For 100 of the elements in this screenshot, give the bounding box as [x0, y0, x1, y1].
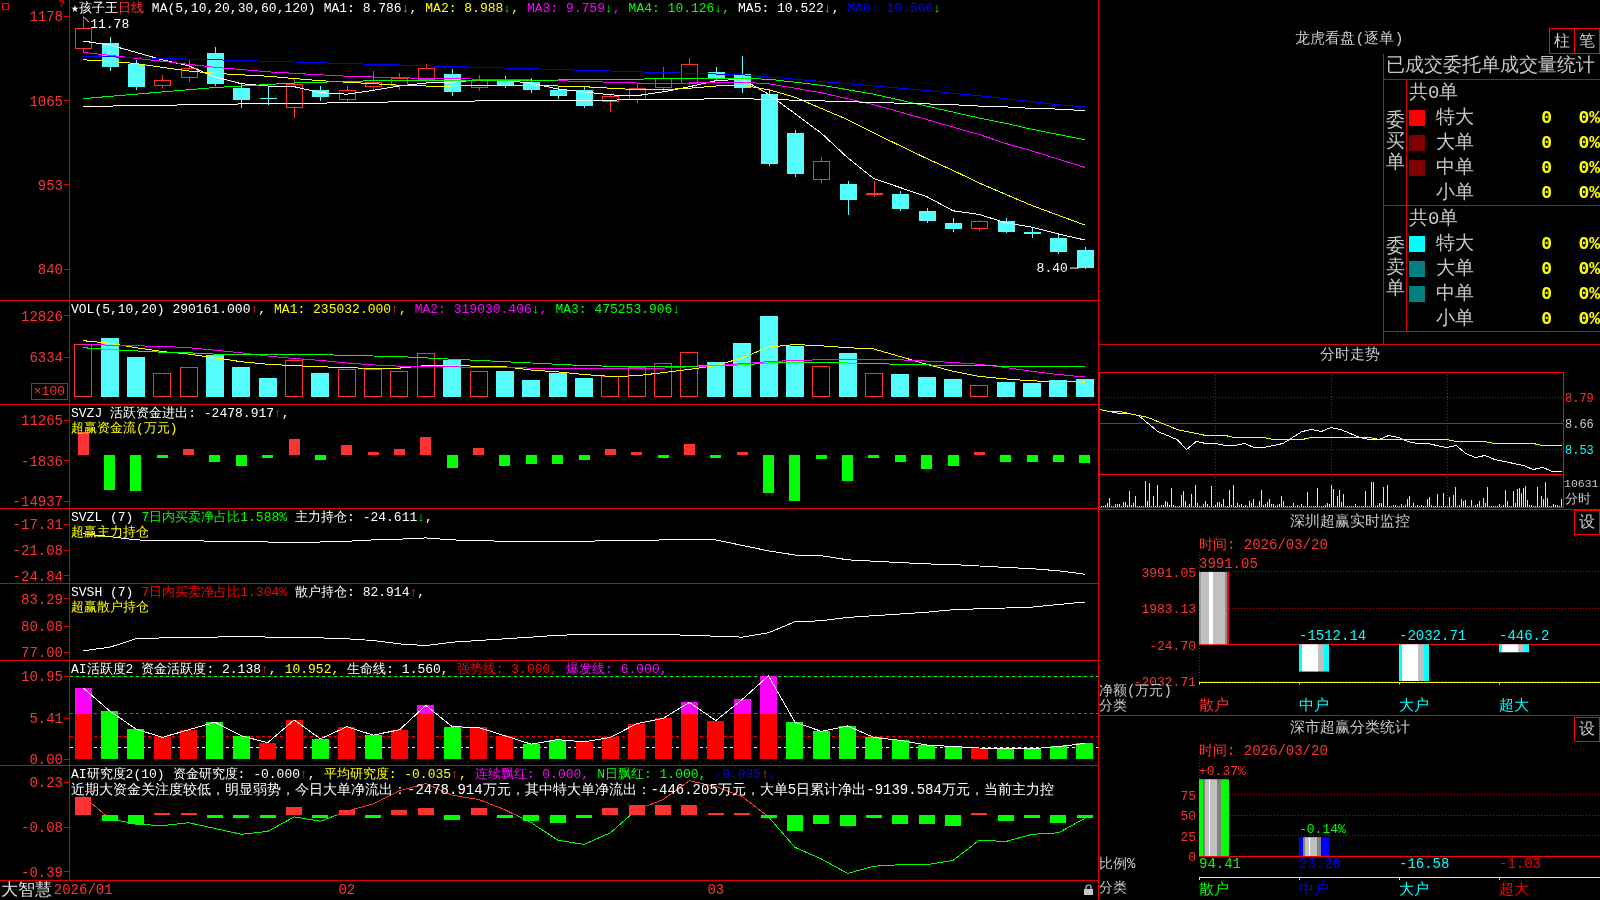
annotation: 8.40 [1036, 261, 1068, 277]
candlestick [628, 83, 646, 104]
order-percent: 0% [1577, 106, 1600, 129]
panel-title: 深圳超赢实时监控 [1289, 512, 1410, 533]
indicator-value: N日飘红: 1.000, [597, 767, 707, 782]
candlestick [127, 59, 145, 91]
axis-label: -24.70 [1149, 638, 1196, 654]
panel-title: 深市超赢分类统计 [1289, 718, 1410, 739]
candlestick [733, 55, 751, 94]
candlestick [839, 180, 857, 216]
square-icon[interactable] [2, 3, 9, 10]
candlestick [865, 180, 883, 198]
axis-title: 分类 [1099, 699, 1127, 714]
indicator-value: 7日内买卖净占比1.304% [141, 585, 288, 600]
indicator-value: 平均研究度: -0.035↑, [323, 767, 467, 782]
indicator-value: AI活跃度2 [71, 662, 134, 677]
candlestick [1049, 234, 1067, 255]
axis-label: -1836 [21, 453, 63, 470]
order-size-label: 特大 [1436, 106, 1474, 129]
axis-label: 5.41 [29, 711, 63, 728]
indicator-caption: 超赢资金流(万元) [71, 421, 178, 436]
candlestick [654, 66, 672, 92]
order-count: 0 [1541, 156, 1552, 179]
candlestick [601, 93, 619, 113]
indicator-value: MA2: 319030.406↓, [414, 302, 548, 317]
order-size-label: 小单 [1436, 181, 1474, 204]
candlestick [970, 219, 988, 232]
order-size-label: 大单 [1436, 257, 1474, 280]
indicator-value: 资金活跃度: 2.138↑, [141, 662, 277, 677]
axis-label: 6334 [29, 350, 63, 367]
order-percent: 0% [1577, 257, 1600, 280]
axis-label: 25 [1180, 829, 1196, 845]
order-percent: 0% [1577, 131, 1600, 154]
axis-title: 分时 [1565, 493, 1591, 507]
help-mark[interactable]: ? [58, 0, 65, 10]
indicator-value: MA3: 475253.906↓ [555, 302, 681, 317]
view-toggle-button[interactable]: 笔 [1574, 28, 1600, 54]
axis-label: 83.29 [21, 591, 63, 608]
axis-label: 77.00 [21, 645, 63, 662]
axis-label: 953 [37, 177, 63, 194]
axis-title: 分类 [1099, 881, 1127, 896]
indicator-value: MA1: 235032.000↑, [274, 302, 407, 317]
axis-title: 比例% [1099, 857, 1136, 872]
axis-label: -17.31 [12, 517, 63, 534]
axis-label: -0.08 [21, 820, 63, 837]
indicator-value: 强势线: 3.000, [456, 662, 559, 677]
bar [1299, 644, 1329, 672]
order-count: 0 [1541, 181, 1552, 204]
value-label: -446.2 [1499, 628, 1550, 645]
axis-label: 12826 [21, 308, 63, 325]
order-size-label: 中单 [1436, 282, 1474, 305]
bar [1399, 644, 1429, 681]
date-label: 时间: 2026/03/20 [1199, 743, 1328, 759]
candlestick [549, 86, 567, 100]
axis-label: -24.84 [12, 568, 63, 585]
lock-icon[interactable] [1084, 884, 1093, 895]
indicator-value: SVZJ [71, 406, 103, 421]
indicator-value: MA6: 10.566↓ [847, 1, 942, 16]
category-label: 超大 [1499, 883, 1529, 899]
axis-label: 1983.13 [1141, 602, 1196, 618]
candlestick [522, 78, 540, 94]
indicator-value: MA1: 8.786↓, [323, 1, 418, 16]
candlestick [575, 85, 593, 109]
candlestick [891, 190, 909, 212]
period-label[interactable]: 日线 [117, 1, 144, 16]
bar [1499, 644, 1529, 653]
settings-button[interactable]: 设 [1574, 510, 1600, 535]
axis-label: 11265 [21, 413, 63, 430]
candlestick [470, 74, 488, 92]
settings-button[interactable]: 设 [1574, 717, 1600, 742]
category-label: 大户 [1399, 883, 1429, 899]
order-total: 共0单 [1409, 207, 1459, 230]
value-label: 3991.05 [1199, 556, 1258, 572]
category-label: 超大 [1499, 699, 1529, 715]
indicator-value: MA5: 10.522↓, [738, 1, 840, 16]
candlestick [680, 57, 698, 87]
view-toggle-button[interactable]: 柱 [1549, 28, 1575, 54]
candlestick [101, 36, 119, 72]
indicator-value: MA2: 8.988↓, [425, 1, 519, 16]
candlestick [944, 217, 962, 233]
value-label: -1512.14 [1299, 628, 1367, 645]
app-name: 大智慧 [1, 881, 52, 900]
indicator-value: 主力持仓: -24.611↓, [295, 510, 433, 525]
category-label: 散户 [1199, 883, 1229, 899]
candlestick [1076, 246, 1094, 270]
axis-label: 80.08 [21, 619, 63, 636]
table-title: 已成交委托单成交量统计 [1386, 55, 1595, 77]
order-size-label: 特大 [1436, 232, 1474, 255]
category-label: 中户 [1299, 699, 1329, 715]
candlestick [180, 59, 198, 83]
candlestick [496, 75, 514, 89]
axis-label: 8.53 [1565, 443, 1594, 458]
low-price-label: 8.40 [1036, 261, 1080, 277]
axis-label: 1065 [29, 93, 63, 110]
axis-label: 840 [37, 262, 63, 279]
candlestick [285, 78, 303, 119]
candlestick [259, 85, 277, 106]
axis-label: 8.79 [1565, 391, 1594, 406]
axis-label: 10.95 [21, 669, 63, 686]
indicator-value: 散户持仓: 82.914↑, [295, 585, 426, 600]
